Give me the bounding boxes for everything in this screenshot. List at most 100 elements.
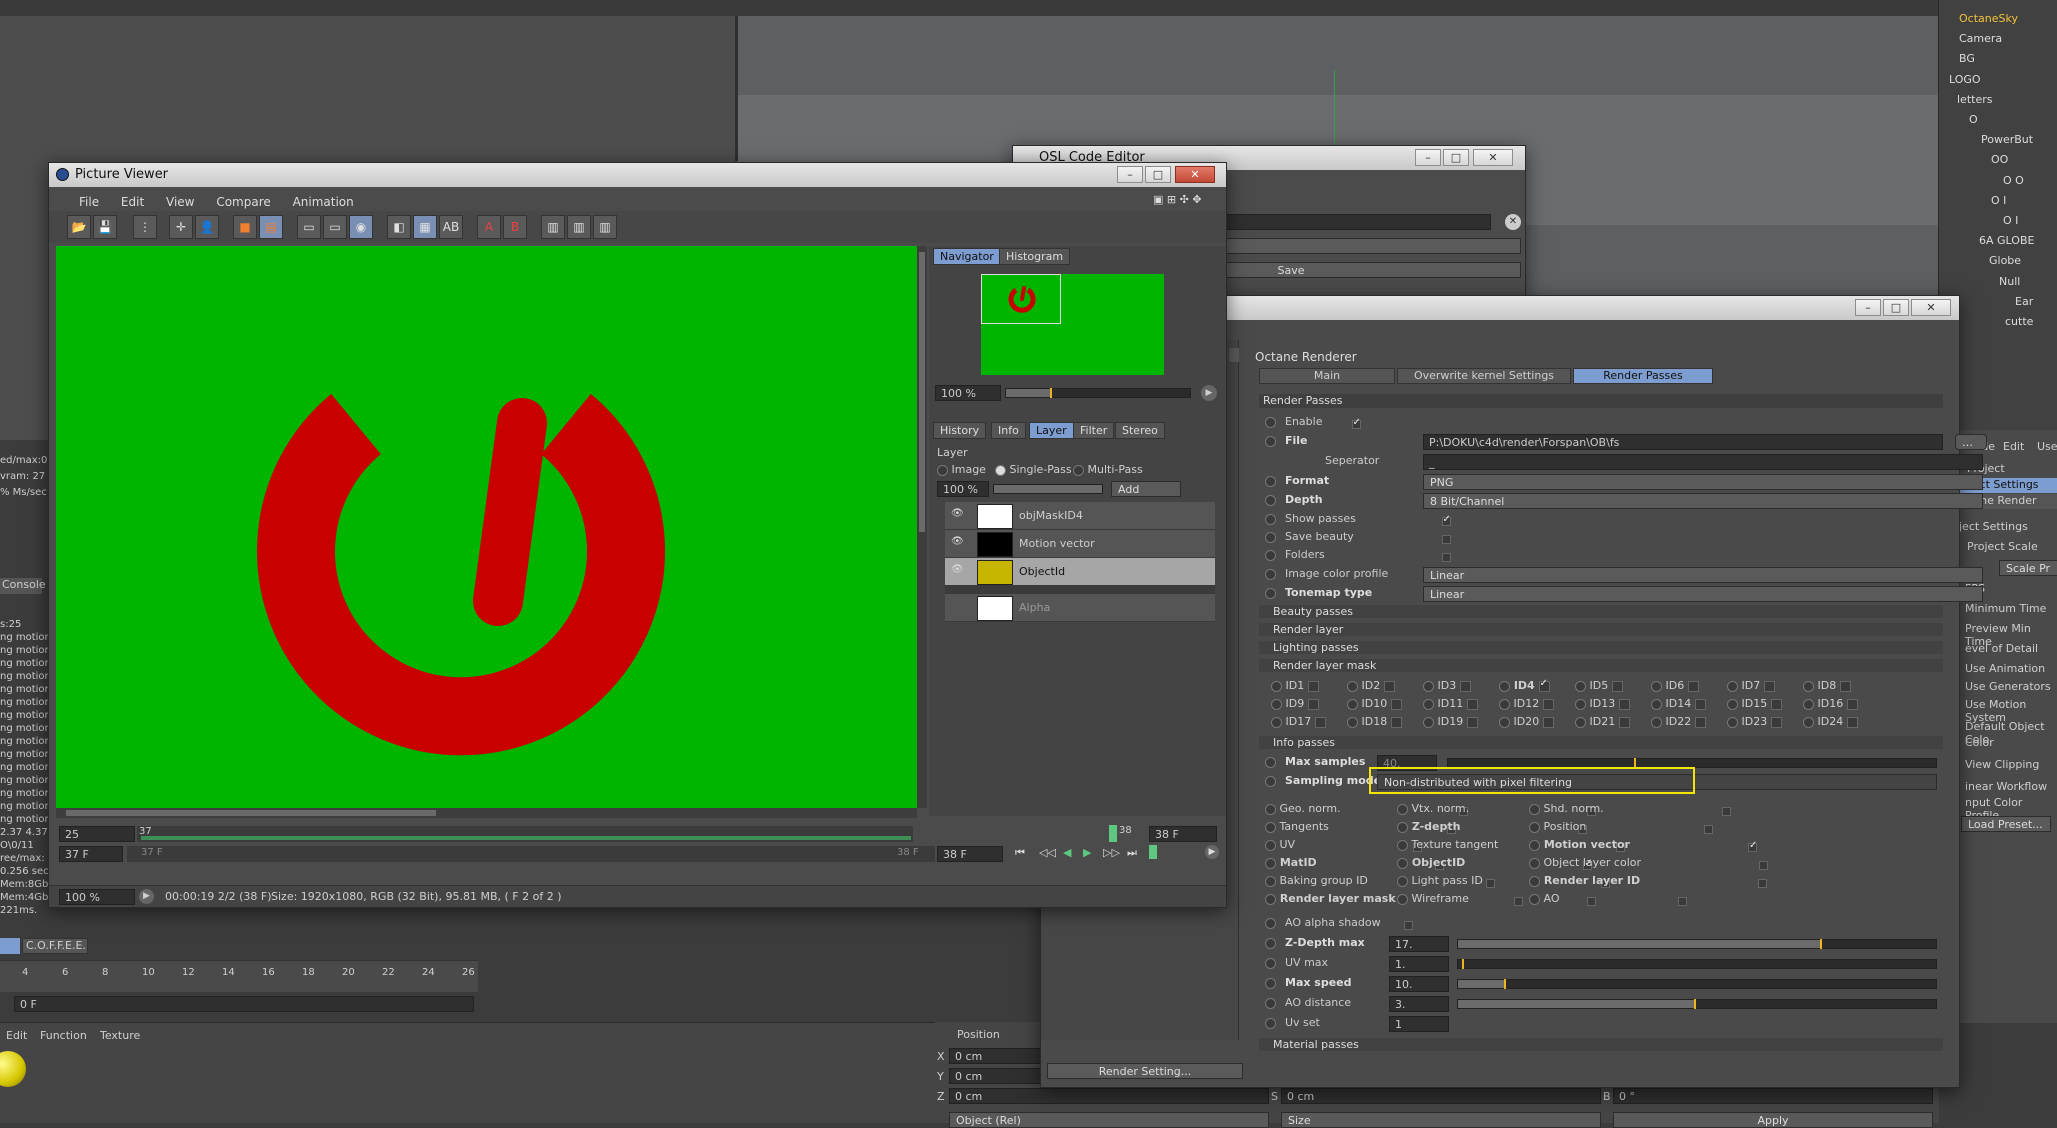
layer-mode-multi[interactable]: Multi-Pass: [1073, 463, 1143, 476]
info-pass-radio[interactable]: [1397, 803, 1408, 815]
render-layer-id-toggle[interactable]: ID8: [1803, 679, 1851, 692]
eye-icon[interactable]: 👁: [951, 508, 965, 519]
info-pass-toggle[interactable]: Texture tangent: [1397, 838, 1626, 853]
compare-diff-icon[interactable]: AB: [439, 215, 463, 239]
info-pass-radio[interactable]: [1265, 839, 1276, 851]
info-pass-checkbox[interactable]: [1758, 878, 1768, 888]
id-anim-radio[interactable]: [1651, 698, 1662, 710]
info-pass-radio[interactable]: [1529, 821, 1540, 833]
menu-file[interactable]: File: [79, 195, 99, 209]
material-ball[interactable]: [0, 1051, 26, 1087]
id-checkbox[interactable]: [1694, 698, 1706, 710]
render-layer-id-toggle[interactable]: ID12: [1499, 697, 1554, 710]
attr-menu-use[interactable]: Use: [2037, 440, 2057, 453]
layer-mode-image[interactable]: Image: [937, 463, 986, 476]
layer-row[interactable]: 👁 objMaskID4: [945, 502, 1215, 530]
frame-field[interactable]: 0 F: [14, 996, 474, 1012]
osl-minimize-button[interactable]: –: [1415, 149, 1441, 166]
layout-1-icon[interactable]: ▥: [541, 215, 565, 239]
tonemap-select[interactable]: Linear: [1423, 586, 1983, 602]
material-passes-group[interactable]: Material passes: [1259, 1038, 1943, 1051]
timeline-start-input[interactable]: 25: [59, 826, 135, 842]
id-anim-radio[interactable]: [1271, 698, 1282, 710]
id-checkbox[interactable]: [1846, 698, 1858, 710]
console-tab[interactable]: Console: [0, 578, 46, 594]
info-pass-radio[interactable]: [1265, 875, 1276, 887]
id-checkbox[interactable]: [1538, 678, 1550, 692]
info-pass-toggle[interactable]: Geo. norm.: [1265, 802, 1468, 817]
info-pass-toggle[interactable]: Object layer color: [1529, 856, 1768, 871]
coord-b-input[interactable]: 0 °: [1613, 1088, 1933, 1104]
info-pass-toggle[interactable]: AO: [1529, 892, 1687, 907]
menu-animation[interactable]: Animation: [293, 195, 354, 209]
render-layer-id-toggle[interactable]: ID23: [1727, 715, 1782, 728]
info-pass-checkbox[interactable]: [1747, 840, 1757, 852]
info-pass-checkbox[interactable]: [1677, 896, 1687, 906]
coord-z-input[interactable]: 0 cm: [949, 1088, 1269, 1104]
show-passes-radio[interactable]: [1265, 513, 1276, 525]
menu-view[interactable]: View: [166, 195, 194, 209]
info-pass-toggle[interactable]: MatID: [1265, 856, 1444, 871]
info-pass-toggle[interactable]: Vtx. norm.: [1397, 802, 1597, 817]
render-layer-id-toggle[interactable]: ID9: [1271, 697, 1319, 710]
render-layer-id-toggle[interactable]: ID15: [1727, 697, 1782, 710]
info-pass-radio[interactable]: [1529, 893, 1540, 905]
info-passes-group[interactable]: Info passes: [1259, 736, 1943, 749]
timeline-end-input[interactable]: 38 F: [1149, 826, 1217, 842]
aodist-input[interactable]: 3.: [1389, 996, 1449, 1012]
uvmax-input[interactable]: 1.: [1389, 956, 1449, 972]
loop-icon[interactable]: [1149, 845, 1157, 859]
id-anim-radio[interactable]: [1347, 716, 1358, 728]
nav-play-icon[interactable]: ▶: [1201, 385, 1217, 401]
info-pass-toggle[interactable]: Baking group ID: [1265, 874, 1495, 889]
render-layer-id-toggle[interactable]: ID16: [1803, 697, 1858, 710]
info-pass-checkbox[interactable]: [1721, 806, 1731, 816]
rs-close-button[interactable]: ✕: [1911, 299, 1951, 316]
info-pass-radio[interactable]: [1265, 893, 1276, 905]
render-layer-id-toggle[interactable]: ID5: [1575, 679, 1623, 692]
id-checkbox[interactable]: [1611, 680, 1623, 692]
info-pass-toggle[interactable]: Render layer mask: [1265, 892, 1523, 907]
image-profile-radio[interactable]: [1265, 568, 1276, 580]
tab-layer[interactable]: Layer: [1029, 422, 1074, 439]
coffee-tab[interactable]: C.O.F.F.E.E.: [22, 938, 88, 954]
save-beauty-checkbox[interactable]: [1441, 534, 1451, 544]
info-pass-toggle[interactable]: Position: [1529, 820, 1714, 835]
compare-split-icon[interactable]: ▦: [413, 215, 437, 239]
id-anim-radio[interactable]: [1803, 698, 1814, 710]
id-checkbox[interactable]: [1770, 716, 1782, 728]
info-pass-checkbox[interactable]: [1704, 824, 1714, 834]
coord-mode-select[interactable]: Object (Rel): [949, 1112, 1269, 1128]
object-tree-item[interactable]: O I: [1991, 194, 2006, 207]
crosshair-icon[interactable]: ✛: [169, 215, 193, 239]
file-path-input[interactable]: P:\DOKU\c4d\render\Forspan\OB\fs: [1423, 434, 1943, 450]
info-pass-toggle[interactable]: Render layer ID: [1529, 874, 1768, 889]
id-checkbox[interactable]: [1618, 716, 1630, 728]
render-layer-id-toggle[interactable]: ID4: [1499, 678, 1550, 692]
pv-close-button[interactable]: ✕: [1175, 166, 1215, 183]
object-tree-item[interactable]: Camera: [1959, 32, 2002, 45]
coord-s-input[interactable]: 0 cm: [1281, 1088, 1601, 1104]
layer-add-button[interactable]: Add: [1111, 481, 1181, 497]
render-layer-id-toggle[interactable]: ID17: [1271, 715, 1326, 728]
save-icon[interactable]: 💾: [93, 215, 117, 239]
info-pass-toggle[interactable]: UV: [1265, 838, 1423, 853]
id-checkbox[interactable]: [1314, 716, 1326, 728]
info-pass-checkbox[interactable]: [1759, 860, 1768, 870]
sampling-mode-radio[interactable]: [1265, 775, 1276, 787]
zdepth-input[interactable]: 17.: [1389, 936, 1449, 952]
show-passes-checkbox[interactable]: [1441, 514, 1451, 526]
object-tree-item[interactable]: OO: [1991, 153, 2008, 166]
go-end-icon[interactable]: ⏭: [1127, 846, 1137, 860]
render-region-icon[interactable]: ▤: [259, 215, 283, 239]
set-b-icon[interactable]: B: [503, 215, 527, 239]
render-layer-id-toggle[interactable]: ID7: [1727, 679, 1775, 692]
object-tree-item[interactable]: BG: [1959, 52, 1975, 65]
id-checkbox[interactable]: [1687, 680, 1699, 692]
object-tree-item[interactable]: cutte: [2005, 315, 2033, 328]
view-b-icon[interactable]: ▭: [323, 215, 347, 239]
attr-menu-edit[interactable]: Edit: [2003, 440, 2024, 453]
range-bar[interactable]: 37 F 38 F: [127, 846, 935, 862]
id-checkbox[interactable]: [1390, 716, 1402, 728]
tab-render-passes[interactable]: Render Passes: [1573, 368, 1713, 384]
